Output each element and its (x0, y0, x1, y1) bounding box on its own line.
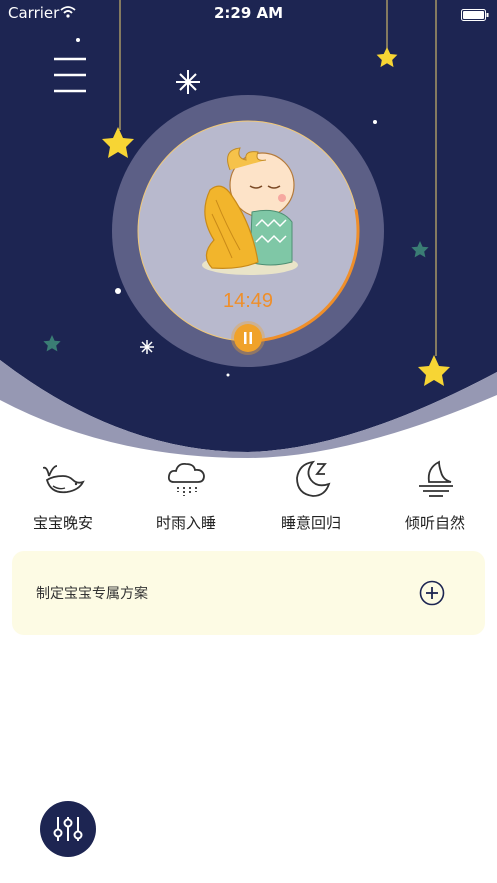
custom-plan-label: 制定宝宝专属方案 (36, 586, 148, 602)
whale-icon (43, 465, 85, 494)
status-bar: Carrier 2:29 AM (0, 0, 497, 26)
menu-button[interactable] (52, 56, 88, 94)
rain-cloud-icon (167, 462, 205, 496)
mixer-sliders-icon (53, 817, 83, 841)
sound-category-bar: 宝宝晚安 时雨入睡 睡意回归 倾听自然 (0, 452, 497, 542)
sparkle-icon (140, 340, 154, 354)
countdown-timer: 14:49 (222, 290, 274, 312)
category-label: 时雨入睡 (155, 514, 216, 532)
sound-mixer-button[interactable] (40, 801, 96, 857)
category-label: 倾听自然 (404, 514, 465, 532)
star-dot (373, 120, 377, 124)
status-time: 2:29 AM (213, 4, 284, 22)
category-label: 睡意回归 (280, 514, 341, 532)
moon-zzz-icon (296, 460, 331, 497)
star-dot (226, 373, 230, 377)
pause-icon (244, 332, 252, 344)
category-baby-goodnight[interactable]: 宝宝晚安 (8, 452, 118, 537)
category-sleepiness-return[interactable]: 睡意回归 (256, 452, 366, 537)
category-label: 宝宝晚安 (32, 514, 93, 532)
night-sky-header: Carrier 2:29 AM 14:49 (0, 0, 497, 460)
moon-sea-icon (419, 460, 453, 497)
battery-icon (461, 7, 489, 25)
category-rain-sleep[interactable]: 时雨入睡 (131, 452, 241, 537)
pause-button[interactable] (234, 324, 262, 352)
plus-circle-icon[interactable] (419, 580, 445, 606)
star-dot (76, 38, 80, 42)
custom-plan-card[interactable]: 制定宝宝专属方案 (12, 551, 485, 635)
category-listen-nature[interactable]: 倾听自然 (380, 452, 490, 537)
hamburger-menu-icon (54, 57, 86, 93)
star-dot (115, 288, 121, 294)
